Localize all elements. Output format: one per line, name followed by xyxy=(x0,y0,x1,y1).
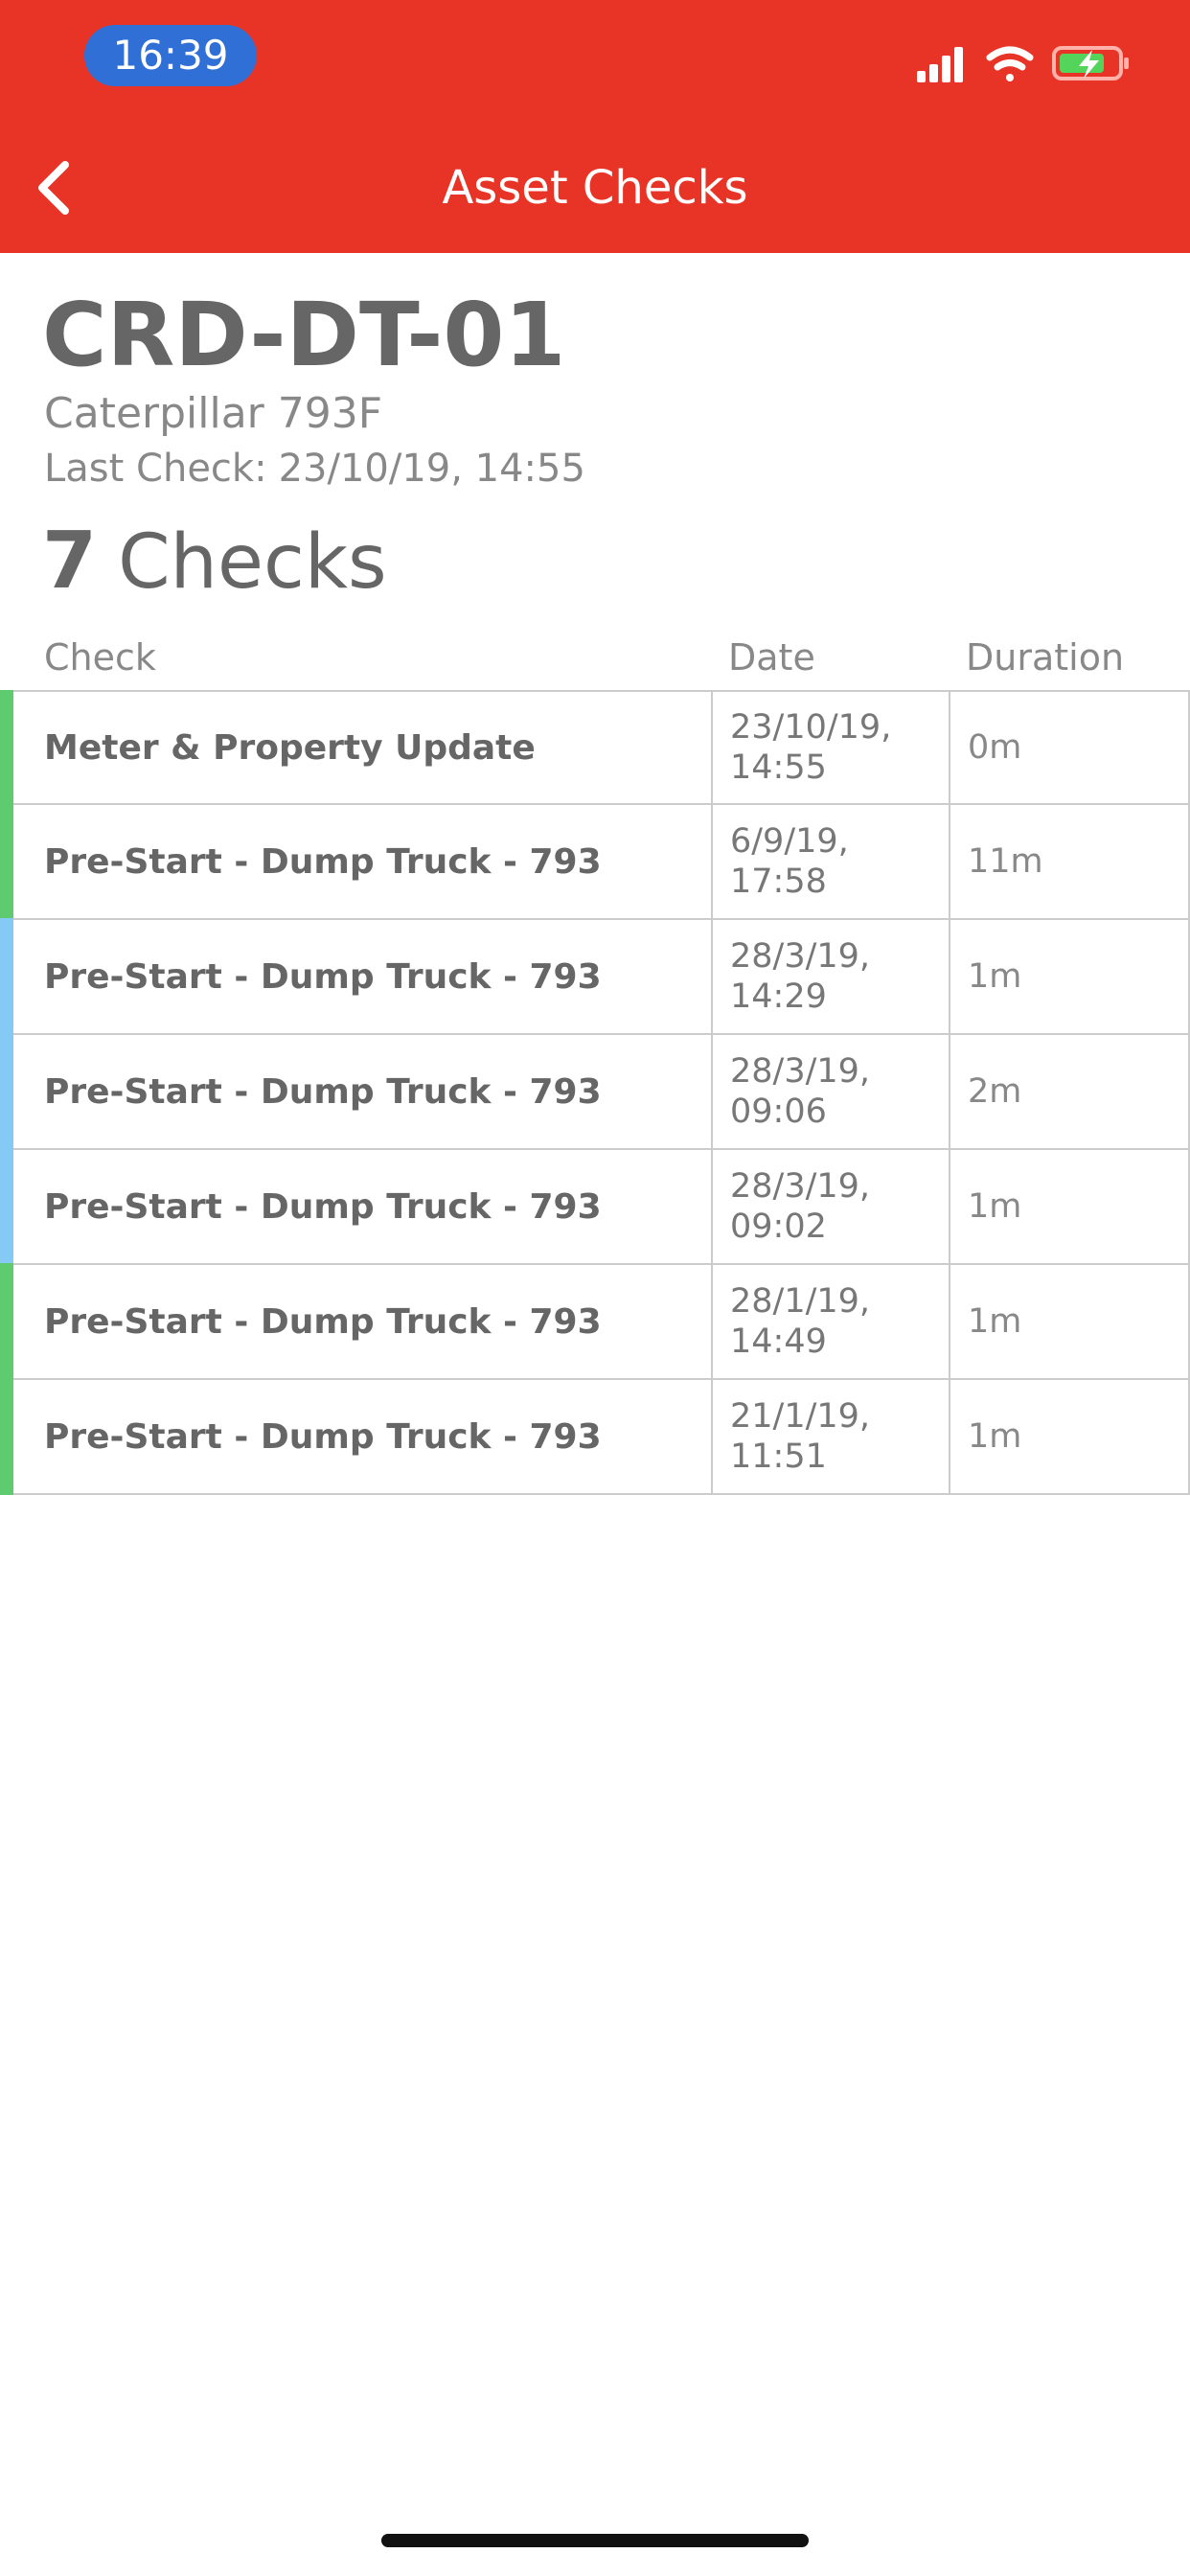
check-duration: 1m xyxy=(949,920,1190,1033)
column-header-check: Check xyxy=(44,636,156,678)
home-indicator[interactable] xyxy=(381,2534,809,2547)
asset-id: CRD-DT-01 xyxy=(42,284,566,386)
check-date: 28/3/19, 09:06 xyxy=(711,1035,950,1148)
table-row[interactable]: Pre-Start - Dump Truck - 793 28/1/19, 14… xyxy=(0,1263,1190,1380)
status-bar xyxy=(0,690,13,807)
check-name: Pre-Start - Dump Truck - 793 xyxy=(44,1301,602,1342)
check-date: 28/1/19, 14:49 xyxy=(711,1265,950,1378)
check-name: Meter & Property Update xyxy=(44,727,536,768)
status-bar xyxy=(0,1148,13,1265)
check-duration: 2m xyxy=(949,1035,1190,1148)
checks-count-number: 7 xyxy=(42,516,98,607)
check-duration: 1m xyxy=(949,1380,1190,1493)
status-bar xyxy=(0,803,13,920)
asset-model: Caterpillar 793F xyxy=(44,389,383,438)
table-row[interactable]: Meter & Property Update 23/10/19, 14:55 … xyxy=(0,690,1190,807)
table-row[interactable]: Pre-Start - Dump Truck - 793 28/3/19, 09… xyxy=(0,1033,1190,1150)
check-date: 23/10/19, 14:55 xyxy=(711,692,950,803)
check-duration: 1m xyxy=(949,1265,1190,1378)
column-header-date: Date xyxy=(728,636,815,678)
table-row[interactable]: Pre-Start - Dump Truck - 793 21/1/19, 11… xyxy=(0,1378,1190,1495)
status-bar xyxy=(0,1378,13,1495)
check-date: 6/9/19, 17:58 xyxy=(711,805,950,918)
app-header: 16:39 Asset Checks xyxy=(0,0,1190,253)
table-row[interactable]: Pre-Start - Dump Truck - 793 28/3/19, 14… xyxy=(0,918,1190,1035)
checks-table: Meter & Property Update 23/10/19, 14:55 … xyxy=(0,690,1190,1495)
check-duration: 1m xyxy=(949,1150,1190,1263)
last-check-label: Last Check: xyxy=(44,447,267,491)
check-duration: 0m xyxy=(949,692,1190,803)
last-check-value: 23/10/19, 14:55 xyxy=(278,447,585,491)
status-time: 16:39 xyxy=(84,25,257,86)
check-date: 28/3/19, 14:29 xyxy=(711,920,950,1033)
checks-count-label: Checks xyxy=(118,519,387,606)
check-name: Pre-Start - Dump Truck - 793 xyxy=(44,1071,602,1112)
column-header-duration: Duration xyxy=(966,636,1125,678)
check-name: Pre-Start - Dump Truck - 793 xyxy=(44,956,602,997)
check-name: Pre-Start - Dump Truck - 793 xyxy=(44,841,602,882)
wifi-icon xyxy=(986,46,1034,81)
table-row[interactable]: Pre-Start - Dump Truck - 793 28/3/19, 09… xyxy=(0,1148,1190,1265)
last-check: Last Check: 23/10/19, 14:55 xyxy=(44,442,597,495)
table-row[interactable]: Pre-Start - Dump Truck - 793 6/9/19, 17:… xyxy=(0,803,1190,920)
cellular-signal-icon xyxy=(917,47,963,82)
check-name: Pre-Start - Dump Truck - 793 xyxy=(44,1416,602,1457)
check-name: Pre-Start - Dump Truck - 793 xyxy=(44,1186,602,1227)
battery-charging-icon xyxy=(1052,46,1129,80)
checks-count: 7 Checks xyxy=(42,516,387,629)
check-date: 21/1/19, 11:51 xyxy=(711,1380,950,1493)
status-icons xyxy=(917,46,1129,82)
page-title: Asset Checks xyxy=(442,161,748,215)
status-bar xyxy=(0,1033,13,1150)
check-duration: 11m xyxy=(949,805,1190,918)
status-bar xyxy=(0,918,13,1035)
status-bar xyxy=(0,1263,13,1380)
check-date: 28/3/19, 09:02 xyxy=(711,1150,950,1263)
